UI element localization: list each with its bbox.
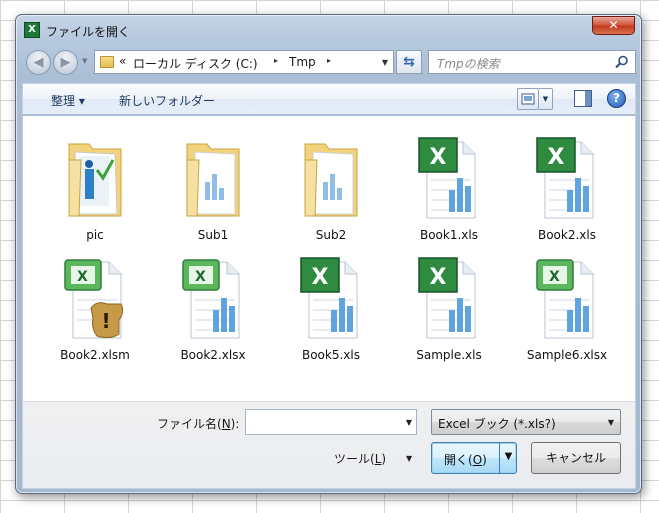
file-item[interactable]: X Book2.xlsx: [158, 246, 268, 366]
open-button-label: 開く(O): [444, 451, 487, 468]
file-item[interactable]: X ! Book2.xlsm: [40, 246, 150, 366]
forward-button[interactable]: ▶: [53, 50, 78, 75]
svg-text:!: !: [101, 309, 110, 333]
dialog-footer: ファイル名(N): ▼ Excel ブック (*.xls?) ▼ ツール(L) …: [22, 401, 636, 489]
breadcrumb-local-disk[interactable]: ローカル ディスク (C:): [133, 55, 258, 72]
tools-dropdown-icon[interactable]: ▼: [406, 454, 412, 463]
folder-icon: [100, 56, 114, 68]
help-icon[interactable]: ?: [607, 89, 626, 108]
file-name: Sample6.xlsx: [526, 348, 608, 362]
view-icon: [521, 93, 535, 105]
file-type-value: Excel ブック (*.xls?): [438, 417, 556, 431]
folder-icon: [304, 143, 358, 217]
filename-label-suffix: ):: [230, 417, 240, 431]
filename-dropdown-icon[interactable]: ▼: [406, 418, 412, 427]
open-file-dialog: X ファイルを開く ✕ ◀ ▶ ▼ « ローカル ディスク (C:) ▸ Tmp…: [15, 14, 642, 494]
excel-xlsm-icon: X !: [64, 259, 124, 339]
change-view-button[interactable]: [517, 88, 539, 110]
excel-xlsx-icon: X: [182, 259, 240, 339]
recent-pages-dropdown-icon[interactable]: ▼: [82, 57, 87, 65]
search-icon[interactable]: [615, 55, 629, 69]
file-name: Book5.xls: [301, 348, 360, 362]
svg-text:X: X: [195, 269, 206, 285]
excel-xls-icon: X: [418, 257, 476, 339]
file-list: pic Sub1 Sub2 X Book1.xls X Book2.xls X …: [22, 116, 636, 401]
open-button[interactable]: 開く(O) ▼: [431, 442, 517, 474]
open-label-suffix: ): [482, 453, 487, 467]
excel-xlsx-icon: X: [536, 259, 594, 339]
address-dropdown-icon[interactable]: ▼: [382, 58, 388, 67]
command-toolbar: 整理 ▾ 新しいフォルダー ▼ ?: [22, 83, 636, 115]
filename-label-text: ファイル名(: [157, 417, 222, 431]
file-item[interactable]: X Sample.xls: [394, 246, 504, 366]
file-item[interactable]: pic: [40, 126, 150, 246]
file-type-dropdown-icon[interactable]: ▼: [608, 418, 614, 427]
excel-xls-icon: X: [536, 137, 594, 219]
close-button[interactable]: ✕: [592, 16, 635, 35]
svg-text:X: X: [430, 265, 447, 290]
breadcrumb-tmp[interactable]: Tmp: [289, 55, 316, 69]
file-name: Book2.xlsx: [180, 348, 246, 362]
file-item[interactable]: Sub1: [158, 126, 268, 246]
address-bar[interactable]: « ローカル ディスク (C:) ▸ Tmp ▸ ▼: [94, 50, 394, 74]
search-placeholder: Tmpの検索: [437, 57, 500, 71]
file-item[interactable]: X Sample6.xlsx: [512, 246, 622, 366]
address-overflow-chevron[interactable]: «: [119, 54, 126, 68]
svg-text:X: X: [312, 265, 329, 290]
view-options-dropdown-icon[interactable]: ▼: [539, 88, 553, 110]
filename-label-accesskey: N: [221, 417, 231, 431]
file-name: Sample.xls: [416, 348, 482, 362]
filename-combobox[interactable]: ▼: [245, 409, 417, 435]
open-label-accesskey: O: [472, 453, 483, 467]
new-folder-button[interactable]: 新しいフォルダー: [119, 92, 215, 109]
filename-label: ファイル名(N):: [157, 415, 239, 432]
file-item[interactable]: X Book2.xls: [512, 126, 622, 246]
svg-text:X: X: [549, 269, 560, 285]
tools-label-suffix: ): [381, 452, 387, 466]
open-label-text: 開く(: [444, 453, 473, 467]
file-item[interactable]: Sub2: [276, 126, 386, 246]
title-bar[interactable]: X ファイルを開く ✕: [16, 15, 641, 45]
file-type-select[interactable]: Excel ブック (*.xls?) ▼: [431, 409, 621, 435]
file-name: Sub1: [197, 228, 229, 242]
picture-folder-icon: [68, 143, 122, 217]
organize-menu[interactable]: 整理 ▾: [51, 92, 85, 109]
excel-xls-icon: X: [300, 257, 358, 339]
file-name: Book2.xls: [537, 228, 596, 242]
svg-text:X: X: [77, 269, 88, 285]
breadcrumb-separator-icon[interactable]: ▸: [327, 56, 331, 65]
refresh-button[interactable]: ⇆: [396, 50, 422, 74]
tools-menu[interactable]: ツール(L): [334, 450, 386, 467]
folder-icon: [186, 143, 240, 217]
svg-text:X: X: [548, 145, 565, 170]
open-options-dropdown-icon[interactable]: ▼: [499, 443, 517, 473]
svg-text:X: X: [430, 145, 447, 170]
cancel-button[interactable]: キャンセル: [531, 442, 621, 474]
file-name: pic: [86, 228, 104, 242]
search-input[interactable]: Tmpの検索: [428, 50, 636, 74]
file-item[interactable]: X Book5.xls: [276, 246, 386, 366]
breadcrumb-separator-icon[interactable]: ▸: [274, 56, 278, 65]
excel-xls-icon: X: [418, 137, 476, 219]
window-title: ファイルを開く: [46, 25, 131, 39]
tools-label-text: ツール(: [334, 452, 375, 466]
address-row: ◀ ▶ ▼ « ローカル ディスク (C:) ▸ Tmp ▸ ▼ ⇆ Tmpの検…: [22, 48, 636, 76]
back-button[interactable]: ◀: [26, 50, 51, 75]
file-name: Book1.xls: [419, 228, 478, 242]
file-name: Sub2: [315, 228, 347, 242]
excel-app-icon: X: [24, 22, 40, 38]
file-item[interactable]: X Book1.xls: [394, 126, 504, 246]
file-name: Book2.xlsm: [60, 348, 130, 362]
preview-pane-icon[interactable]: [574, 90, 592, 107]
